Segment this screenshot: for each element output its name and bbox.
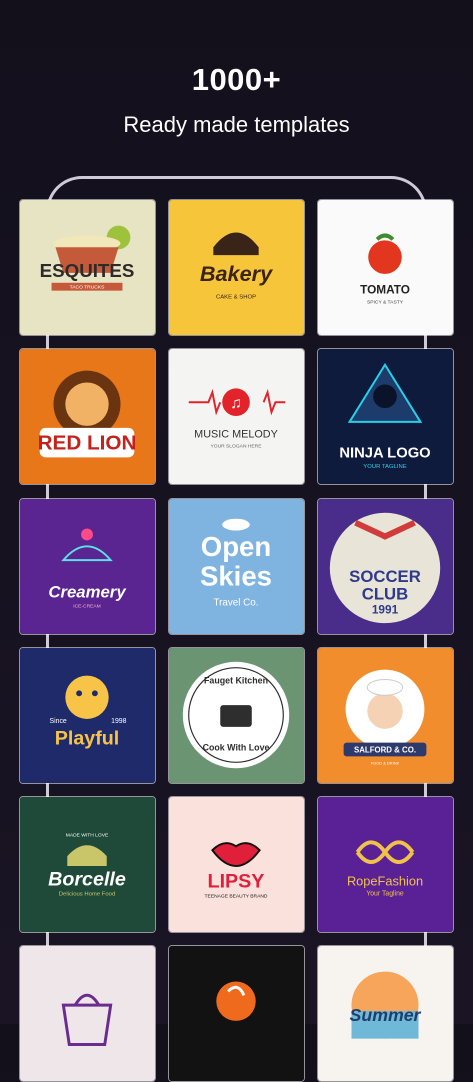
template-title: Playful [55,728,120,750]
template-tagline: Travel Co. [213,597,258,608]
template-tagline: Your Tagline [366,891,404,898]
template-red-lion[interactable]: RED LION [19,348,156,485]
music-note-icon: ♫ [230,395,242,412]
template-esquites[interactable]: ESQUITES TACO TRUCKS [19,199,156,336]
template-tomato[interactable]: TOMATO SPICY & TASTY [317,199,454,336]
template-ninja-logo[interactable]: NINJA LOGO YOUR TAGLINE [317,348,454,485]
template-title: RopeFashion [347,874,423,889]
template-summer[interactable]: Summer [317,945,454,1082]
template-tagline: SPICY & TASTY [367,299,404,305]
template-salford-co[interactable]: SALFORD & CO. FOOD & DRINK [317,647,454,784]
template-title: SOCCER [349,567,421,586]
template-top-label: MADE WITH LOVE [66,832,109,838]
template-tagline: TACO TRUCKS [70,285,105,291]
template-tagline: Delicious Home Food [59,892,115,898]
template-creamery[interactable]: Creamery ICE-CREAM [19,498,156,635]
template-title: Summer [350,1005,422,1025]
template-bakery[interactable]: Bakery CAKE & SHOP [168,199,305,336]
template-since: Since [50,718,67,725]
template-swan[interactable] [168,945,305,1082]
template-lipsy[interactable]: LIPSY TEENAGE BEAUTY BRAND [168,796,305,933]
template-title: TOMATO [360,283,410,297]
template-tagline: TEENAGE BEAUTY BRAND [205,894,268,900]
template-borcelle[interactable]: MADE WITH LOVE Borcelle Delicious Home F… [19,796,156,933]
template-year: 1991 [372,602,399,616]
template-title: RED LION [38,432,137,455]
template-title: SALFORD & CO. [354,745,416,754]
template-title: ESQUITES [40,260,135,281]
template-title: Open [201,531,271,562]
template-title: NINJA LOGO [339,445,430,461]
template-tagline: ICE-CREAM [73,603,101,609]
template-title: Creamery [48,583,127,602]
template-title-second: CLUB [362,585,409,604]
template-tagline: FOOD & DRINK [371,760,400,765]
template-tagline: Cook With Love [203,742,270,752]
template-title: MUSIC MELODY [194,429,278,441]
template-title: Borcelle [48,869,126,891]
template-title: Fauget Kitchen [204,675,268,685]
template-tagline: CAKE & SHOP [216,295,256,301]
template-playful[interactable]: Since 1998 Playful [19,647,156,784]
template-tagline: YOUR SLOGAN HERE [211,444,263,450]
page-subtitle: Ready made templates [123,112,350,137]
template-soccer-club[interactable]: SOCCER CLUB 1991 [317,498,454,635]
template-music-melody[interactable]: ♫ MUSIC MELODY YOUR SLOGAN HERE [168,348,305,485]
template-fauget-kitchen[interactable]: Fauget Kitchen Cook With Love [168,647,305,784]
template-handbag[interactable] [19,945,156,1082]
template-open-skies[interactable]: Open Skies Travel Co. [168,498,305,635]
template-ropefashion[interactable]: RopeFashion Your Tagline [317,796,454,933]
template-tagline: YOUR TAGLINE [363,464,406,470]
page-title: 1000+ [191,62,282,97]
template-title: Bakery [200,261,273,286]
template-title-second: Skies [200,561,272,592]
template-year: 1998 [111,718,126,725]
template-title: LIPSY [208,871,265,893]
